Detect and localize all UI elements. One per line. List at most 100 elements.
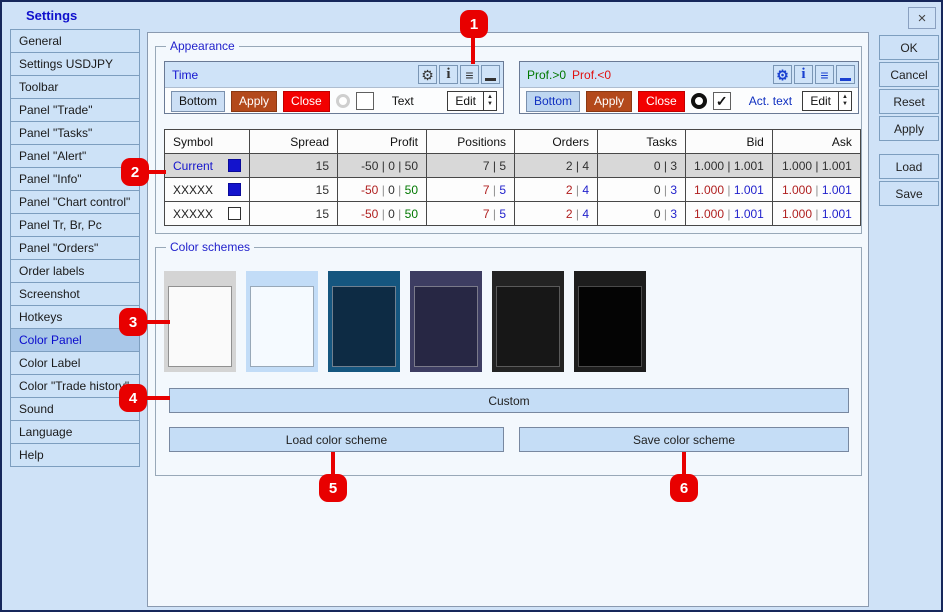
minimize-bar bbox=[840, 78, 851, 81]
load-color-scheme-button[interactable]: Load color scheme bbox=[169, 427, 504, 452]
table-cell: 7 | 5 bbox=[426, 153, 515, 178]
profit-radio[interactable] bbox=[690, 93, 707, 109]
badge-4-connector bbox=[144, 396, 170, 400]
table-cell: 1.000 | 1.001 bbox=[771, 177, 861, 202]
scheme-light-gray-swatch[interactable] bbox=[164, 271, 236, 372]
window-title: Settings bbox=[26, 8, 78, 23]
time-radio[interactable] bbox=[335, 94, 350, 108]
profit-text-label: Act. text bbox=[748, 94, 793, 108]
reset-button[interactable]: Reset bbox=[879, 89, 939, 114]
column-header-spread: Spread bbox=[249, 129, 338, 154]
profit-edit-control[interactable]: Edit ▲ ▼ bbox=[802, 91, 852, 111]
sidebar-item-toolbar[interactable]: Toolbar bbox=[10, 75, 140, 99]
symbol-label: XXXXX bbox=[173, 206, 214, 221]
settings-window: Settings × General Settings USDJPY Toolbar… bbox=[0, 0, 943, 612]
sidebar-item-general[interactable]: General bbox=[10, 29, 140, 53]
apply-button[interactable]: Apply bbox=[879, 116, 939, 141]
symbol-checkbox[interactable] bbox=[228, 159, 241, 172]
spinner-up-icon[interactable]: ▲ bbox=[487, 94, 493, 101]
profit-negative-label: Prof.<0 bbox=[572, 67, 612, 82]
scheme-dark-purple-swatch[interactable] bbox=[410, 271, 482, 372]
info-icon[interactable]: i bbox=[794, 65, 813, 84]
color-schemes-legend: Color schemes bbox=[166, 240, 255, 254]
callout-badge-3: 3 bbox=[119, 308, 147, 336]
scheme-black-swatch[interactable] bbox=[574, 271, 646, 372]
callout-badge-4: 4 bbox=[119, 384, 147, 412]
table-cell: -50 | 0 | 50 bbox=[337, 153, 427, 178]
sidebar-item-help[interactable]: Help bbox=[10, 443, 140, 467]
table-cell: 0 | 3 bbox=[597, 153, 686, 178]
sidebar-item-order-labels[interactable]: Order labels bbox=[10, 259, 140, 283]
scheme-dark-blue-swatch[interactable] bbox=[328, 271, 400, 372]
profit-close-button[interactable]: Close bbox=[638, 90, 685, 112]
symbol-label: Current bbox=[173, 158, 214, 173]
table-cell: 15 bbox=[249, 153, 338, 178]
profit-bottom-button[interactable]: Bottom bbox=[526, 90, 581, 112]
time-panel-preview: Time ⚙ i ≡ Bottom Apply Close Text Edit ▲ ▼ bbox=[164, 61, 504, 114]
profit-edit-spinner[interactable]: ▲ ▼ bbox=[838, 92, 851, 110]
sidebar-item-screenshot[interactable]: Screenshot bbox=[10, 282, 140, 306]
callout-badge-5: 5 bbox=[319, 474, 347, 502]
profit-apply-button[interactable]: Apply bbox=[586, 90, 633, 112]
load-button[interactable]: Load bbox=[879, 154, 939, 179]
ok-button[interactable]: OK bbox=[879, 35, 939, 60]
sidebar-item-settings-usdjpy[interactable]: Settings USDJPY bbox=[10, 52, 140, 76]
info-icon[interactable]: i bbox=[439, 65, 458, 84]
sidebar-item-panel-orders[interactable]: Panel "Orders" bbox=[10, 236, 140, 260]
save-color-scheme-button[interactable]: Save color scheme bbox=[519, 427, 849, 452]
swatch-row bbox=[164, 271, 646, 372]
spinner-down-icon[interactable]: ▼ bbox=[842, 101, 848, 108]
swatch-inner bbox=[250, 286, 314, 367]
sidebar-item-panel-tasks[interactable]: Panel "Tasks" bbox=[10, 121, 140, 145]
table-cell: 0 | 3 bbox=[597, 201, 686, 226]
sidebar-item-color-label[interactable]: Color Label bbox=[10, 351, 140, 375]
minimize-icon[interactable] bbox=[481, 65, 500, 84]
swatch-inner bbox=[332, 286, 396, 367]
swatch-inner bbox=[168, 286, 232, 367]
callout-badge-6: 6 bbox=[670, 474, 698, 502]
spinner-down-icon[interactable]: ▼ bbox=[487, 101, 493, 108]
scheme-dark-gray-swatch[interactable] bbox=[492, 271, 564, 372]
profit-checkbox[interactable]: ✓ bbox=[712, 92, 731, 110]
time-edit-control[interactable]: Edit ▲ ▼ bbox=[447, 91, 497, 111]
symbol-checkbox[interactable] bbox=[228, 207, 241, 220]
table-cell: 2 | 4 bbox=[514, 177, 598, 202]
time-apply-button[interactable]: Apply bbox=[231, 90, 278, 112]
swatch-inner bbox=[414, 286, 478, 367]
sidebar-item-panel-chart-control[interactable]: Panel "Chart control" bbox=[10, 190, 140, 214]
column-header-tasks: Tasks bbox=[597, 129, 686, 154]
time-panel-header: Time ⚙ i ≡ bbox=[165, 62, 503, 88]
table-cell: -50 | 0 | 50 bbox=[337, 201, 427, 226]
table-cell: 1.000 | 1.001 bbox=[771, 153, 861, 178]
table-cell: -50 | 0 | 50 bbox=[337, 177, 427, 202]
gear-icon[interactable]: ⚙ bbox=[773, 65, 792, 84]
time-close-button[interactable]: Close bbox=[283, 90, 330, 112]
cancel-button[interactable]: Cancel bbox=[879, 62, 939, 87]
table-cell: 7 | 5 bbox=[426, 201, 515, 226]
custom-scheme-button[interactable]: Custom bbox=[169, 388, 849, 413]
table-cell: 15 bbox=[249, 201, 338, 226]
close-button[interactable]: × bbox=[908, 7, 936, 29]
scheme-light-blue-swatch[interactable] bbox=[246, 271, 318, 372]
gear-icon[interactable]: ⚙ bbox=[418, 65, 437, 84]
time-checkbox[interactable] bbox=[355, 92, 374, 110]
sidebar-item-panel-trade[interactable]: Panel "Trade" bbox=[10, 98, 140, 122]
time-edit-spinner[interactable]: ▲ ▼ bbox=[483, 92, 496, 110]
spinner-up-icon[interactable]: ▲ bbox=[842, 94, 848, 101]
badge-1-connector bbox=[471, 36, 475, 64]
time-bottom-button[interactable]: Bottom bbox=[171, 90, 226, 112]
sidebar-item-panel-tr-br-pc[interactable]: Panel Tr, Br, Pc bbox=[10, 213, 140, 237]
save-button[interactable]: Save bbox=[879, 181, 939, 206]
minimize-icon[interactable] bbox=[836, 65, 855, 84]
symbol-label: XXXXX bbox=[173, 182, 214, 197]
table-cell: 7 | 5 bbox=[426, 177, 515, 202]
appearance-group: Appearance Time ⚙ i ≡ Bottom Apply Close T… bbox=[155, 39, 862, 234]
menu-icon[interactable]: ≡ bbox=[815, 65, 834, 84]
appearance-legend: Appearance bbox=[166, 39, 239, 53]
time-panel-controls: Bottom Apply Close Text Edit ▲ ▼ bbox=[165, 88, 503, 114]
close-icon: × bbox=[917, 9, 927, 27]
symbol-checkbox[interactable] bbox=[228, 183, 241, 196]
sidebar-item-language[interactable]: Language bbox=[10, 420, 140, 444]
badge-3-connector bbox=[144, 320, 170, 324]
menu-icon[interactable]: ≡ bbox=[460, 65, 479, 84]
